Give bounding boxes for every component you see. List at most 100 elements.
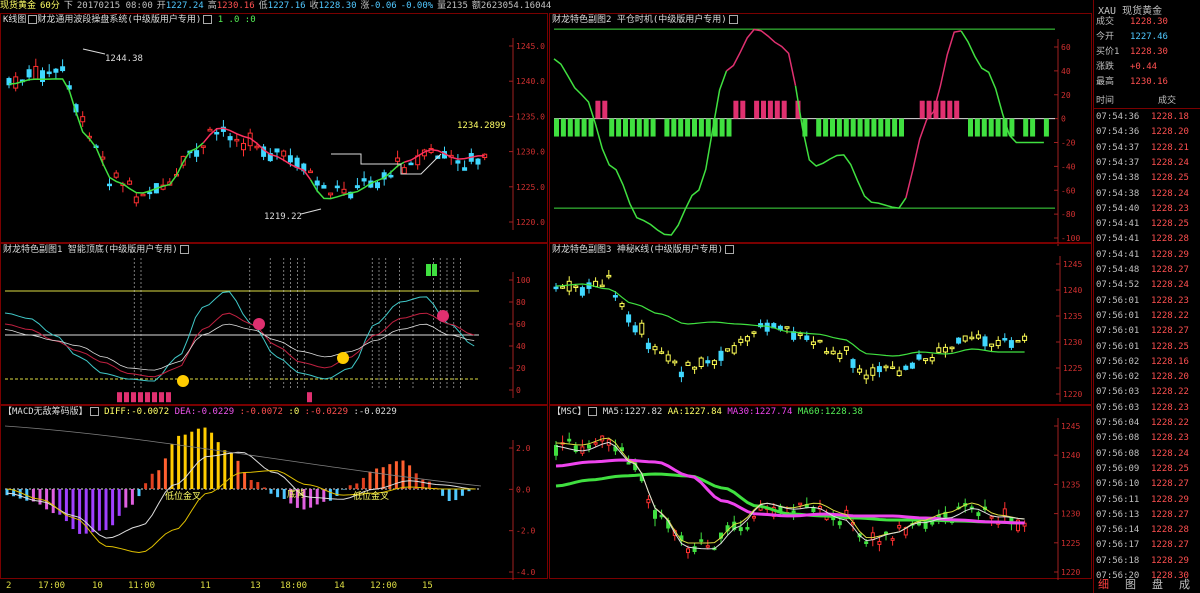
tick-row: 07:56:02 1228.16 <box>1094 355 1200 369</box>
candle <box>227 136 233 141</box>
sidebar-tab[interactable]: 成 <box>1179 577 1190 593</box>
msc-chart[interactable]: 1245 1240 1235 1230 1225 1220 <box>550 406 1093 580</box>
tick-price: 1228.29 <box>1151 249 1189 260</box>
annotation-low: 1219.22 <box>264 212 302 222</box>
tick-time-label: 时间 <box>1096 96 1115 106</box>
axis-label: 1230 <box>1063 338 1082 347</box>
time-axis: 2 17:00 10 11:00 11 13 18:00 14 12:00 15 <box>0 579 1092 593</box>
axis-label: 40 <box>1061 67 1071 76</box>
candle <box>462 167 468 171</box>
candle <box>678 371 684 378</box>
bottom-bar <box>159 392 164 403</box>
period[interactable]: 60分 <box>40 1 60 11</box>
tick-time: 07:56:01 <box>1096 295 1140 306</box>
high-value: 1230.16 <box>216 1 255 11</box>
tick-row: 07:56:03 1228.22 <box>1094 385 1200 399</box>
candle <box>593 442 598 445</box>
signal-bar-green <box>988 118 994 137</box>
tick-row: 07:54:37 1228.21 <box>1094 141 1200 155</box>
close-timing-chart[interactable]: 60 40 20 0 -20 -40 -60 -80 -100 <box>550 14 1093 246</box>
time-tick: 11:00 <box>128 581 156 591</box>
candle <box>113 172 119 178</box>
candle <box>672 360 678 364</box>
candle <box>334 185 340 189</box>
arrow: 下 <box>63 1 73 11</box>
candle <box>341 188 347 194</box>
tick-time: 07:56:10 <box>1096 479 1140 490</box>
amt-value: 2623054.16044 <box>480 1 552 11</box>
candle <box>127 180 133 185</box>
candle <box>573 285 579 289</box>
signal-bar-red <box>602 100 608 119</box>
quote-row: 今开 1227.46 <box>1094 30 1200 45</box>
signal-bar-red <box>761 100 766 119</box>
candle <box>810 341 816 346</box>
tick-row: 07:54:41 1228.25 <box>1094 217 1200 231</box>
axis-label: 0 <box>516 386 521 395</box>
candle <box>784 326 790 329</box>
mystery-kline-panel[interactable]: 财龙特色副图3 神秘K线(中级版用户专用) 1245 1240 1235 1230 12… <box>549 243 1092 405</box>
signal-bar-green <box>685 118 691 137</box>
time-tick: 12:00 <box>370 581 398 591</box>
tick-price: 1228.18 <box>1151 112 1189 122</box>
candle <box>976 512 981 517</box>
smart-top-bottom-panel[interactable]: 财龙特色副图1 智能顶底(中级版用户专用) 100 80 60 40 20 0 <box>0 243 548 405</box>
tick-time: 07:54:41 <box>1096 234 1140 245</box>
candle <box>612 295 618 298</box>
top-signal <box>437 310 449 322</box>
candle <box>626 462 631 465</box>
candle <box>824 351 830 354</box>
candle <box>194 150 200 157</box>
tick-row: 07:54:41 1228.29 <box>1094 248 1200 262</box>
kline-panel[interactable]: K线图 财龙通用波段操盘系统(中级版用户专用) 1 .0 :0 1245.0 124… <box>0 13 548 243</box>
candle <box>791 331 797 340</box>
signal-bar-green <box>671 118 677 137</box>
axis-label: 1225 <box>1063 364 1082 373</box>
tick-time: 07:56:01 <box>1096 341 1140 352</box>
signal-bar-red <box>954 100 960 119</box>
candle <box>890 538 895 541</box>
quote-label: 涨跌 <box>1096 62 1115 72</box>
time-tick: 10 <box>92 581 103 591</box>
signal-bar-red <box>919 100 925 119</box>
candle <box>652 346 658 351</box>
sidebar-tab[interactable]: 盘 <box>1152 577 1163 593</box>
candle <box>200 145 206 148</box>
bottom-bar <box>124 392 129 403</box>
tick-row: 07:56:09 1228.25 <box>1094 462 1200 476</box>
tick-price: 1228.24 <box>1151 448 1189 459</box>
candle <box>804 335 810 340</box>
macd-panel[interactable]: 【MACD无敌筹码版】 DIFF:-0.0072 DEA:-0.0229 :-0… <box>0 405 549 580</box>
signal-bar-green <box>678 118 684 137</box>
tick-price: 1228.23 <box>1151 203 1189 214</box>
close-timing-panel[interactable]: 财龙特色副图2 平仓时机(中级版用户专用) 60 40 20 0 -20 -40 -60 -8… <box>549 13 1093 246</box>
mystery-kline-chart[interactable]: 1245 1240 1235 1230 1225 1220 <box>550 244 1093 406</box>
tick-time: 07:56:18 <box>1096 555 1140 566</box>
candle <box>685 361 691 366</box>
signal-label: 低位金叉 <box>165 492 202 502</box>
tick-row: 07:56:01 1228.25 <box>1094 340 1200 354</box>
tick-row: 07:54:36 1228.18 <box>1094 110 1200 124</box>
candle <box>665 354 671 362</box>
macd-chart[interactable]: 2.0 0.0 -2.0 -4.0 <box>1 406 549 580</box>
tick-time: 07:56:08 <box>1096 448 1140 459</box>
quote-value: 1228.30 <box>1130 17 1168 27</box>
candle <box>857 368 863 373</box>
candle <box>982 336 988 347</box>
sidebar-tab[interactable]: 图 <box>1125 577 1136 593</box>
tick-time: 07:56:08 <box>1096 433 1140 444</box>
signal-bar-green <box>995 118 1001 137</box>
sidebar-tab[interactable]: 细 <box>1098 577 1109 593</box>
annotation-high: 1244.38 <box>105 54 143 64</box>
candle <box>33 65 39 80</box>
signal-bar-green <box>726 118 732 137</box>
candle <box>328 192 334 196</box>
tick-row: 07:56:01 1228.27 <box>1094 324 1200 338</box>
msc-panel[interactable]: 【MSC】 MA5:1227.82 AA:1227.84 MA30:1227.7… <box>549 405 1093 580</box>
candle <box>1022 335 1028 341</box>
tick-row: 07:56:11 1228.29 <box>1094 493 1200 507</box>
candle <box>890 366 896 369</box>
signal-bar-green <box>878 118 884 137</box>
low-value: 1227.16 <box>267 1 306 11</box>
smart-top-bottom-chart[interactable]: 100 80 60 40 20 0 <box>1 244 549 406</box>
